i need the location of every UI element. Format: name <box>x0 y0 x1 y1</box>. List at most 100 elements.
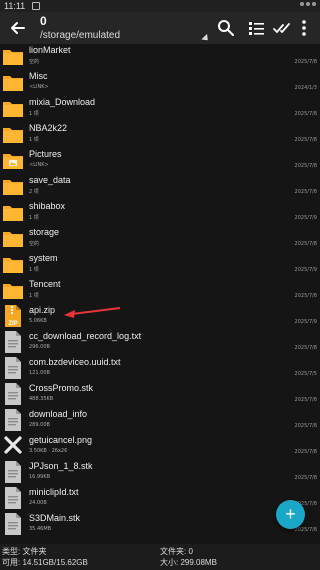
file-list-item[interactable]: storage 空的 2025/7/8 <box>0 226 320 252</box>
file-name: download_info <box>29 409 88 419</box>
file-list-item[interactable]: Misc <LINK> 2024/1/3 <box>0 70 320 96</box>
signal-icon <box>300 2 304 6</box>
file-list-item[interactable]: S3DMain.stk 35.46MB 2025/7/8 <box>0 512 320 538</box>
wifi-icon <box>306 2 310 6</box>
path-dropdown-icon[interactable] <box>201 33 211 44</box>
file-list-item[interactable]: shibabox 1 项 2025/7/9 <box>0 200 320 226</box>
file-date: 2025/7/8 <box>294 475 317 481</box>
file-name: CrossPromo.stk <box>29 383 94 393</box>
zip-file-icon: ZIP <box>2 304 24 328</box>
file-list-item[interactable]: lionMarket 空的 2025/7/8 <box>0 44 320 70</box>
file-date: 2025/7/8 <box>294 111 317 117</box>
path-breadcrumb[interactable]: /storage/emulated <box>40 30 120 41</box>
file-list-item[interactable]: JPJson_1_8.stk 16.99KB 2025/7/8 <box>0 460 320 486</box>
file-name: shibabox <box>29 201 66 211</box>
file-info: 1 项 <box>29 111 39 117</box>
plus-icon: + <box>285 504 296 524</box>
document-icon <box>2 486 24 510</box>
file-list-item[interactable]: getuicancel.png 3.50KB · 26x26 2025/7/8 <box>0 434 320 460</box>
file-list-item[interactable]: save_data 2 项 2025/7/8 <box>0 174 320 200</box>
file-name: system <box>29 253 58 263</box>
folder-icon <box>2 200 24 224</box>
file-name: storage <box>29 227 60 237</box>
file-info: 121.00B <box>29 370 50 376</box>
file-info: 296.00B <box>29 344 50 350</box>
footer-folder-count: 文件夹: 0 <box>160 547 193 556</box>
file-date: 2025/7/8 <box>294 189 317 195</box>
file-name: Pictures <box>29 149 62 159</box>
close-icon <box>2 434 24 458</box>
more-options-icon[interactable] <box>294 18 314 38</box>
folder-icon <box>2 122 24 146</box>
file-date: 2025/7/8 <box>294 397 317 403</box>
file-date: 2025/7/9 <box>294 319 317 325</box>
folder-icon <box>2 174 24 198</box>
file-list-item[interactable]: com.bzdeviceo.uuid.txt 121.00B 2025/7/5 <box>0 356 320 382</box>
file-info: 1 项 <box>29 215 39 221</box>
file-name: cc_download_record_log.txt <box>29 331 142 341</box>
annotation-arrow-icon <box>64 307 121 318</box>
document-icon <box>2 408 24 432</box>
file-info: 空的 <box>29 241 40 247</box>
file-list-item[interactable]: mixia_Download 1 项 2025/7/8 <box>0 96 320 122</box>
file-info: 35.46MB <box>29 526 52 532</box>
file-name: api.zip <box>29 305 56 315</box>
folder-icon <box>2 44 24 68</box>
file-list-item[interactable]: download_info 289.00B 2025/7/8 <box>0 408 320 434</box>
file-date: 2025/7/8 <box>294 163 317 169</box>
file-list-item[interactable]: Pictures <LINK> 2025/7/8 <box>0 148 320 174</box>
battery-icon <box>312 2 316 6</box>
file-info: 1 项 <box>29 293 39 299</box>
status-icons <box>300 2 316 6</box>
status-time: 11:11 <box>4 1 26 11</box>
file-list[interactable]: lionMarket 空的 2025/7/8 Misc <LINK> 2024/… <box>0 44 320 544</box>
file-name: NBA2k22 <box>29 123 68 133</box>
document-icon <box>2 460 24 484</box>
notification-icon <box>32 2 40 10</box>
file-date: 2025/7/8 <box>294 241 317 247</box>
file-date: 2025/7/8 <box>294 345 317 351</box>
select-all-icon[interactable] <box>272 18 292 38</box>
add-fab-button[interactable]: + <box>276 500 305 529</box>
file-list-item[interactable]: CrossPromo.stk 488.35KB 2025/7/8 <box>0 382 320 408</box>
folder-icon <box>2 96 24 120</box>
file-info: 16.99KB <box>29 474 51 480</box>
list-view-icon[interactable] <box>246 18 266 38</box>
page-title: 0 <box>40 14 47 28</box>
document-icon <box>2 330 24 354</box>
status-bar: 11:11 <box>0 0 320 12</box>
folder-icon <box>2 70 24 94</box>
file-date: 2025/7/8 <box>294 449 317 455</box>
file-date: 2025/7/8 <box>294 59 317 65</box>
file-list-item[interactable]: system 1 项 2025/7/9 <box>0 252 320 278</box>
file-list-item[interactable]: ZIP api.zip 5.06KB 2025/7/9 <box>0 304 320 330</box>
file-date: 2025/7/9 <box>294 215 317 221</box>
back-arrow-icon[interactable] <box>8 18 28 38</box>
file-name: JPJson_1_8.stk <box>29 461 93 471</box>
toolbar: 0 /storage/emulated <box>0 12 320 44</box>
file-info: 3.50KB · 26x26 <box>29 448 68 454</box>
footer-size: 大小: 299.08MB <box>160 558 217 567</box>
file-name: Misc <box>29 71 48 81</box>
pictures-folder-icon <box>2 148 24 172</box>
file-date: 2025/7/8 <box>294 423 317 429</box>
file-info: 24.00B <box>29 500 47 506</box>
document-icon <box>2 356 24 380</box>
file-list-item[interactable]: cc_download_record_log.txt 296.00B 2025/… <box>0 330 320 356</box>
file-name: miniclipId.txt <box>29 487 79 497</box>
file-date: 2025/7/8 <box>294 527 317 533</box>
file-date: 2025/7/5 <box>294 371 317 377</box>
file-date: 2025/7/9 <box>294 267 317 273</box>
file-list-item[interactable]: NBA2k22 1 项 2025/7/8 <box>0 122 320 148</box>
file-list-item[interactable]: miniclipId.txt 24.00B 2025/7/8 <box>0 486 320 512</box>
document-icon <box>2 512 24 536</box>
file-name: Tencent <box>29 279 61 289</box>
file-name: lionMarket <box>29 45 71 55</box>
file-name: mixia_Download <box>29 97 96 107</box>
search-icon[interactable] <box>216 18 236 38</box>
file-list-item[interactable]: Tencent 1 项 2025/7/8 <box>0 278 320 304</box>
file-name: getuicancel.png <box>29 435 93 445</box>
file-name: save_data <box>29 175 71 185</box>
file-name: com.bzdeviceo.uuid.txt <box>29 357 121 367</box>
footer-type: 类型: 文件夹 <box>2 547 47 556</box>
